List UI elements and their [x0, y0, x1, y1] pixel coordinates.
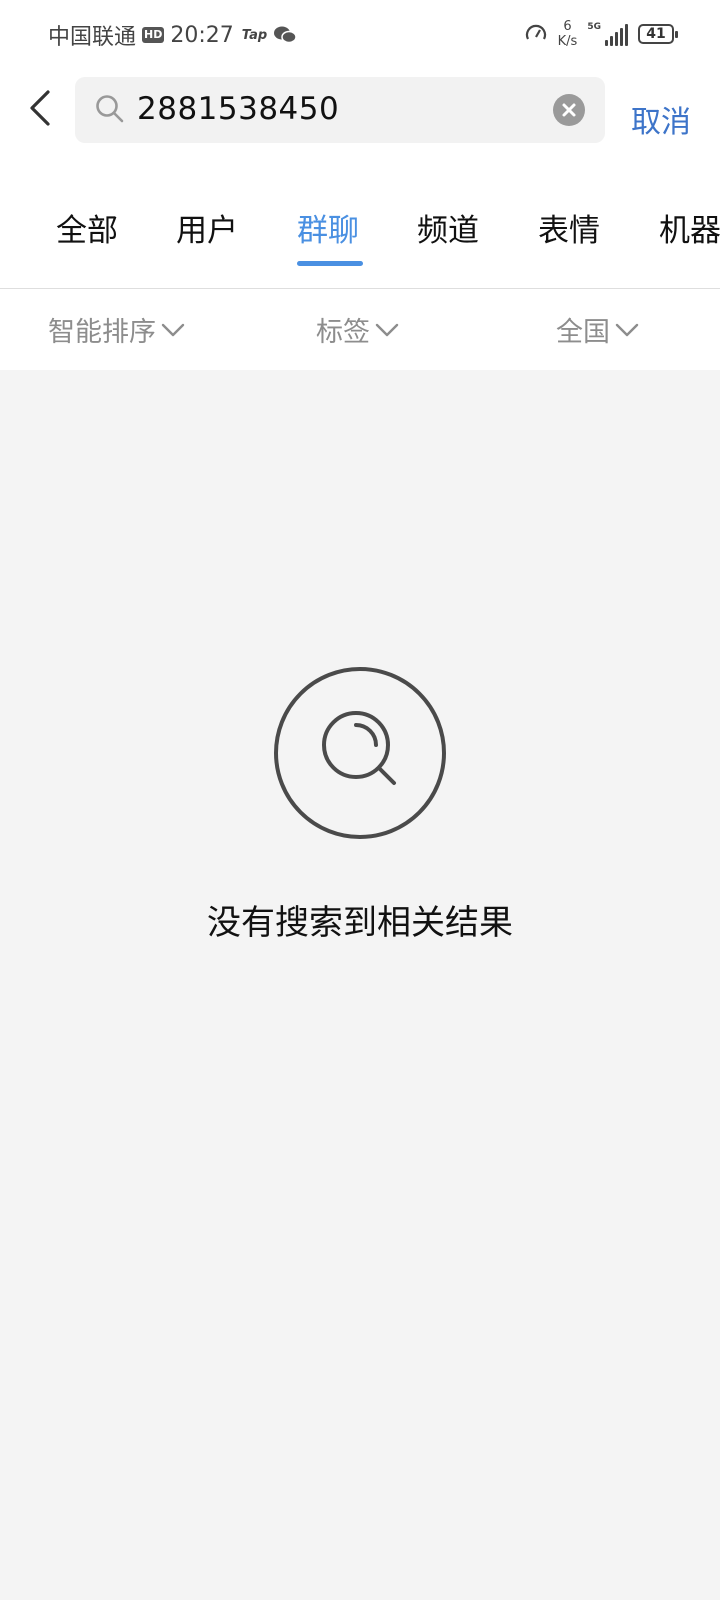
- speedometer-icon: [525, 24, 546, 40]
- signal-bar: [615, 32, 618, 46]
- carrier-name: 中国联通: [48, 25, 137, 50]
- sort-filter-label: 智能排序: [48, 317, 156, 348]
- category-tabs: 全部 用户 群聊 频道 表情 机器: [0, 195, 720, 271]
- tab-robots[interactable]: 机器: [659, 205, 720, 250]
- wechat-icon: [274, 26, 297, 44]
- tab-stickers[interactable]: 表情: [538, 205, 600, 250]
- clear-icon[interactable]: [553, 94, 585, 126]
- tag-filter[interactable]: 标签: [316, 310, 400, 349]
- status-bar: 中国联通 HD 20:27 Tap 6 K/s 5G 41: [0, 0, 720, 70]
- speed-value: 6: [563, 19, 572, 34]
- active-tab-indicator: [297, 261, 363, 266]
- chevron-down-icon: [375, 323, 399, 336]
- search-input[interactable]: 2881538450: [75, 77, 605, 143]
- tab-group-chats[interactable]: 群聊: [297, 205, 359, 250]
- chevron-down-icon: [615, 323, 639, 336]
- speed-unit: K/s: [557, 34, 578, 49]
- battery-level: 41: [646, 26, 666, 42]
- no-results-search-icon: [274, 667, 446, 839]
- tab-all[interactable]: 全部: [56, 205, 118, 250]
- signal-bar: [605, 40, 608, 46]
- signal-icon: 5G: [587, 22, 628, 46]
- signal-bar: [625, 24, 628, 46]
- status-right: 6 K/s 5G 41: [524, 16, 678, 52]
- region-filter-label: 全国: [556, 317, 610, 348]
- sort-filter[interactable]: 智能排序: [48, 310, 186, 349]
- chevron-down-icon: [161, 323, 185, 336]
- status-left: 中国联通 HD 20:27 Tap: [48, 20, 297, 50]
- network-type: 5G: [587, 22, 601, 32]
- tab-users[interactable]: 用户: [176, 205, 238, 250]
- battery-icon: 41: [638, 24, 678, 44]
- region-filter[interactable]: 全国: [556, 310, 640, 349]
- tab-channels[interactable]: 频道: [417, 205, 479, 250]
- tag-filter-label: 标签: [316, 317, 370, 348]
- search-icon: [96, 95, 124, 123]
- search-query[interactable]: 2881538450: [137, 91, 339, 127]
- network-speed: 6 K/s: [558, 19, 578, 49]
- hd-badge: HD: [142, 27, 165, 43]
- empty-state-message: 没有搜索到相关结果: [207, 903, 513, 943]
- clock: 20:27: [170, 22, 234, 48]
- back-arrow-icon[interactable]: [22, 88, 62, 128]
- signal-bar: [620, 28, 623, 46]
- tabs-divider: [0, 288, 720, 289]
- cancel-button[interactable]: 取消: [631, 97, 691, 141]
- signal-bar: [610, 36, 613, 46]
- tap-notification-icon: Tap: [241, 27, 268, 43]
